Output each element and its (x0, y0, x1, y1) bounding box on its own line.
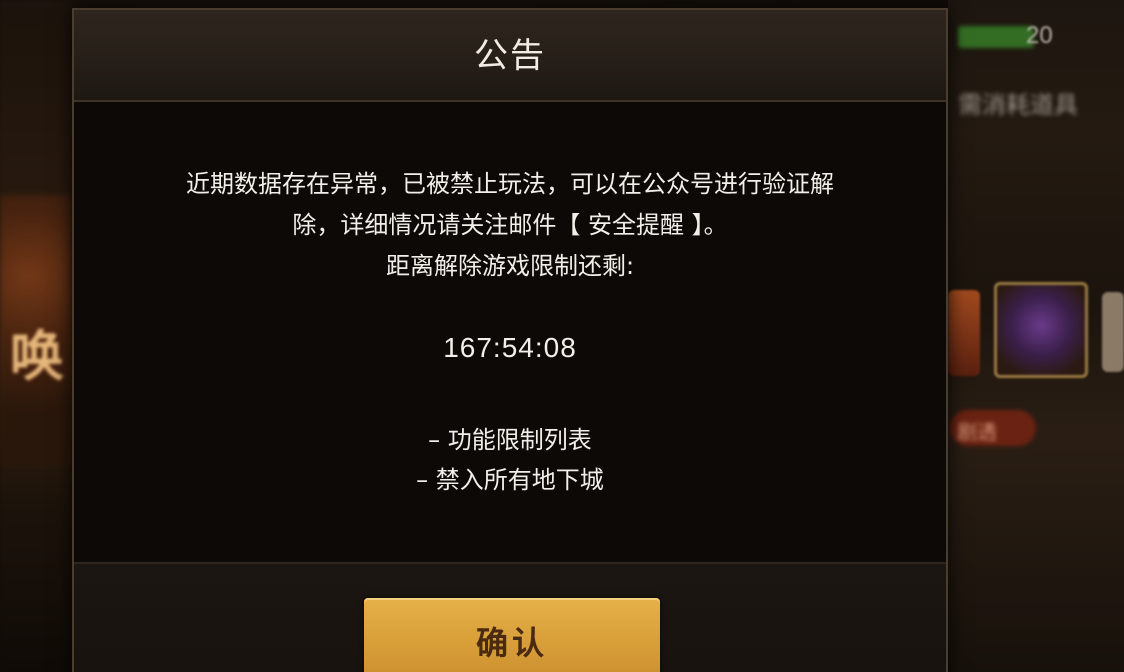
background-item-slot (948, 290, 980, 376)
message-line: 距离解除游戏限制还剩: (385, 252, 635, 280)
background-counter: 20 (1026, 22, 1053, 49)
restriction-item: – 禁入所有地下城 (416, 466, 604, 494)
countdown-timer: 167:54:08 (443, 332, 577, 363)
background-progress-bar (958, 26, 1034, 48)
restriction-list: – 功能限制列表 – 禁入所有地下城 (74, 420, 946, 500)
announcement-dialog: 公告 近期数据存在异常，已被禁止玩法，可以在公众号进行验证解 除，详细情况请关注… (72, 8, 948, 672)
dialog-body: 近期数据存在异常，已被禁止玩法，可以在公众号进行验证解 除，详细情况请关注邮件【… (74, 102, 946, 562)
background-item-slot (1102, 292, 1124, 372)
background-tag-label: 剧透 (957, 420, 997, 444)
background-left-glyph: 唤 (10, 325, 64, 388)
message-line: 近期数据存在异常，已被禁止玩法，可以在公众号进行验证解 (186, 170, 834, 198)
background-hint-text: 需消耗道具 (958, 91, 1078, 119)
confirm-button-label: 确认 (475, 624, 548, 662)
dialog-header: 公告 (74, 10, 946, 102)
confirm-button[interactable]: 确认 (364, 598, 660, 672)
background-item-slot (994, 282, 1088, 378)
message-line: 除，详细情况请关注邮件【 安全提醒 】。 (292, 211, 728, 239)
restriction-item: – 功能限制列表 (428, 426, 592, 454)
dialog-footer: 确认 (74, 562, 946, 672)
dialog-title: 公告 (474, 36, 546, 76)
game-screen: 唤 20 需消耗道具 剧透 公告 近期数据存在异常，已被禁止玩法，可以在公众号进… (0, 0, 1124, 672)
announcement-message: 近期数据存在异常，已被禁止玩法，可以在公众号进行验证解 除，详细情况请关注邮件【… (94, 164, 926, 287)
